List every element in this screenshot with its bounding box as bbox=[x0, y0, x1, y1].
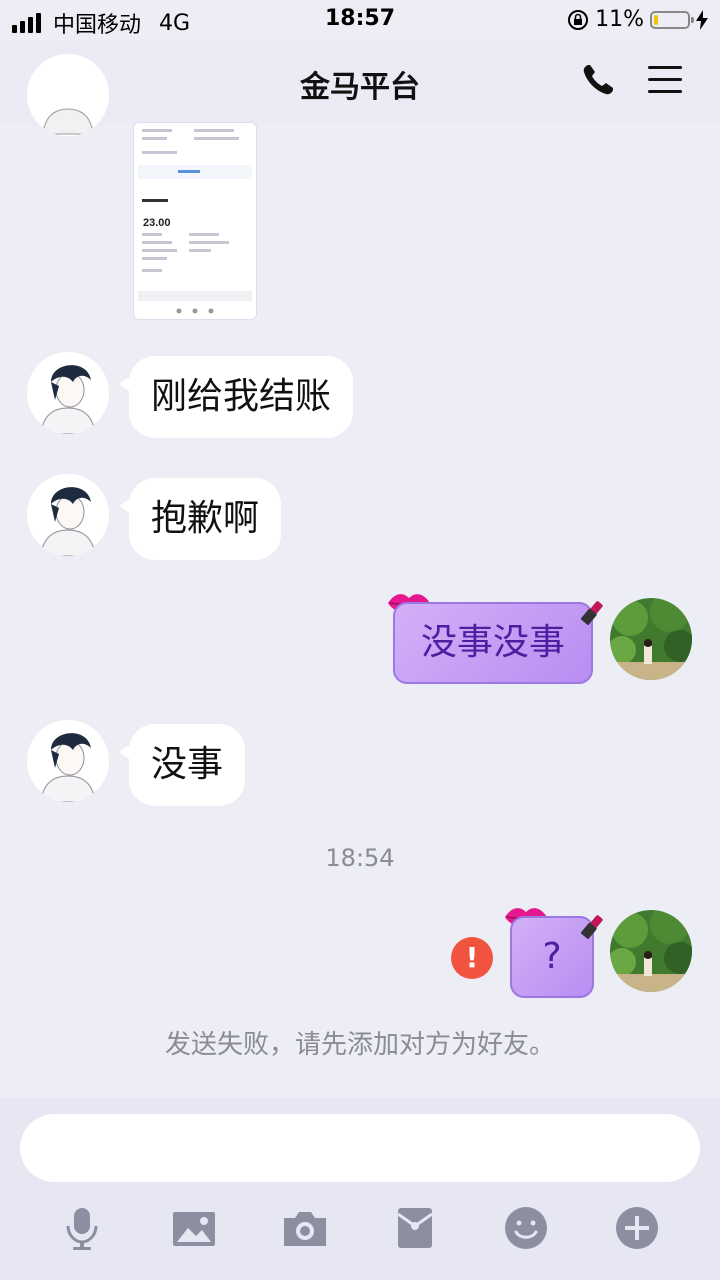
send-failed-icon[interactable]: ! bbox=[451, 937, 493, 979]
contact-avatar[interactable] bbox=[27, 474, 109, 556]
lipstick-icon bbox=[580, 601, 603, 625]
battery-percent: 11% bbox=[595, 7, 644, 32]
shared-image[interactable]: 23.00 bbox=[133, 122, 257, 320]
time-separator: 18:54 bbox=[325, 844, 395, 872]
contact-avatar[interactable] bbox=[27, 720, 109, 802]
avatar[interactable] bbox=[27, 54, 109, 136]
lipstick-icon bbox=[580, 915, 603, 939]
chat-header: 金马平台 bbox=[0, 40, 720, 124]
my-avatar[interactable] bbox=[610, 598, 692, 680]
shared-image-amount: 23.00 bbox=[143, 217, 171, 229]
incoming-message[interactable]: 抱歉啊 bbox=[118, 478, 282, 560]
microphone-icon[interactable] bbox=[58, 1204, 106, 1252]
image-icon[interactable] bbox=[170, 1204, 218, 1252]
incoming-message[interactable]: 没事 bbox=[118, 724, 246, 806]
red-packet-icon[interactable] bbox=[391, 1204, 439, 1252]
hamburger-menu-icon[interactable] bbox=[648, 66, 682, 96]
emoji-icon[interactable] bbox=[502, 1204, 550, 1252]
outgoing-message[interactable]: 没事没事 bbox=[393, 602, 593, 684]
message-input[interactable] bbox=[20, 1114, 700, 1182]
camera-icon[interactable] bbox=[281, 1204, 329, 1252]
send-failed-notice: 发送失败，请先添加对方为好友。 bbox=[164, 1030, 555, 1060]
incoming-message[interactable]: 刚给我结账 bbox=[118, 356, 354, 438]
charging-icon bbox=[696, 9, 708, 30]
contact-avatar[interactable] bbox=[27, 352, 109, 434]
plus-icon[interactable] bbox=[613, 1204, 661, 1252]
battery-icon bbox=[650, 10, 694, 29]
status-bar: 中国移动 4G 18:57 11% bbox=[0, 0, 720, 40]
rotation-lock-icon bbox=[568, 9, 589, 30]
phone-icon[interactable] bbox=[580, 62, 616, 98]
composer-toolbar bbox=[0, 1196, 720, 1266]
my-avatar[interactable] bbox=[610, 910, 692, 992]
